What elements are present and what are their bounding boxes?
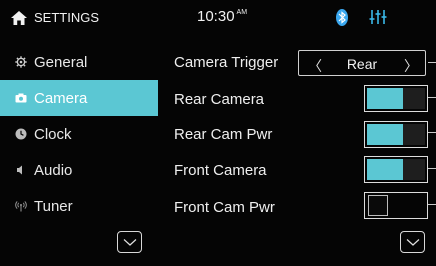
toggle-fill xyxy=(367,124,403,145)
row-divider-tick xyxy=(428,62,436,63)
sidebar-item-clock[interactable]: Clock xyxy=(0,116,158,152)
toggle-knob xyxy=(368,195,388,216)
row-divider-tick xyxy=(428,97,436,98)
sidebar-item-label: Clock xyxy=(34,125,72,143)
sidebar-item-camera[interactable]: Camera xyxy=(0,80,158,116)
gear-icon xyxy=(15,56,27,68)
sidebar-item-label: Audio xyxy=(34,161,73,179)
toggle-fill xyxy=(367,88,403,109)
row-divider-tick xyxy=(428,204,436,205)
clock-icon xyxy=(15,128,27,140)
toggle-knob xyxy=(403,88,425,109)
row-divider-tick xyxy=(428,132,436,133)
row-divider-tick xyxy=(428,168,436,169)
toggle-knob xyxy=(403,159,425,180)
toggle-knob xyxy=(403,124,425,145)
sidebar-item-general[interactable]: General xyxy=(0,44,158,80)
rear-cam-pwr-label: Rear Cam Pwr xyxy=(174,126,273,143)
chevron-down-icon xyxy=(406,239,420,246)
settings-scroll-down-button[interactable] xyxy=(400,231,425,253)
clock-ampm: AM xyxy=(236,9,248,16)
camera-trigger-selector[interactable]: 〈 Rear 〉 xyxy=(298,50,426,76)
sidebar-item-tuner[interactable]: Tuner xyxy=(0,188,158,224)
chevron-down-icon xyxy=(123,239,137,246)
clock-display: 10:30 AM xyxy=(197,8,247,25)
chevron-right-icon[interactable]: 〉 xyxy=(404,56,418,76)
rear-camera-label: Rear Camera xyxy=(174,91,265,108)
rear-cam-pwr-toggle[interactable] xyxy=(364,121,428,148)
rear-camera-toggle[interactable] xyxy=(364,85,428,112)
speaker-icon xyxy=(17,165,22,175)
front-cam-pwr-toggle[interactable] xyxy=(364,192,428,219)
equalizer-icon[interactable] xyxy=(369,9,387,25)
toggle-fill xyxy=(367,159,403,180)
front-cam-pwr-label: Front Cam Pwr xyxy=(174,199,275,216)
front-camera-label: Front Camera xyxy=(174,162,267,179)
camera-icon xyxy=(15,93,27,103)
front-camera-toggle[interactable] xyxy=(364,156,428,183)
camera-trigger-label: Camera Trigger xyxy=(174,54,279,71)
clock-time: 10:30 xyxy=(197,8,235,25)
status-bar: SETTINGS 10:30 AM xyxy=(0,0,436,38)
home-icon[interactable] xyxy=(11,11,27,25)
antenna-icon xyxy=(15,201,27,212)
sidebar-item-label: Camera xyxy=(34,89,88,107)
sidebar-item-label: Tuner xyxy=(34,197,73,215)
sidebar-item-label: General xyxy=(34,53,88,71)
sidebar-item-audio[interactable]: Audio xyxy=(0,152,158,188)
bluetooth-icon xyxy=(336,9,348,26)
page-title: SETTINGS xyxy=(34,10,100,25)
sidebar-scroll-down-button[interactable] xyxy=(117,231,142,253)
